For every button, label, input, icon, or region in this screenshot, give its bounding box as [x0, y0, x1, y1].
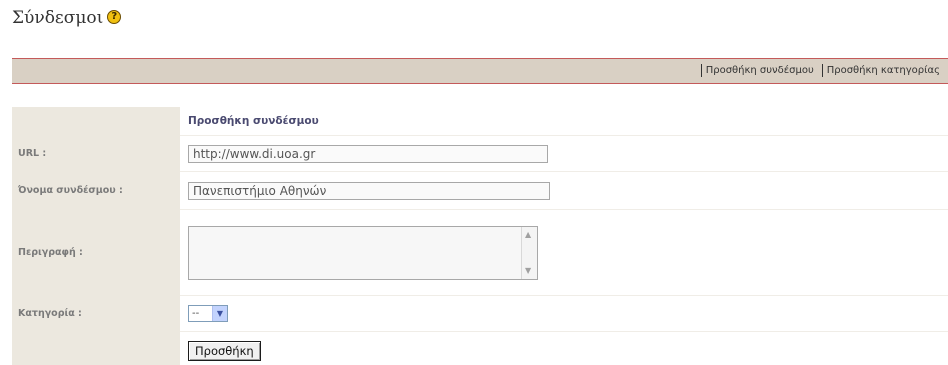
- toolbar-links: Προσθήκη συνδέσμου Προσθήκη κατηγορίας: [697, 64, 944, 77]
- description-scrollbar[interactable]: ▲ ▼: [521, 226, 537, 279]
- form-header-label-cell: [12, 107, 180, 135]
- link-name-input[interactable]: Πανεπιστήμιο Αθηνών: [188, 181, 550, 200]
- scroll-up-icon[interactable]: ▲: [525, 230, 531, 240]
- category-label: Κατηγορία :: [12, 295, 180, 331]
- page-title-text: Σύνδεσμοι: [12, 8, 104, 28]
- name-cell: Πανεπιστήμιο Αθηνών: [180, 171, 948, 209]
- name-row: Όνομα συνδέσμου : Πανεπιστήμιο Αθηνών: [12, 171, 948, 209]
- form-header-cell: Προσθήκη συνδέσμου: [180, 107, 948, 135]
- add-category-link[interactable]: Προσθήκη κατηγορίας: [821, 64, 944, 77]
- url-label: URL :: [12, 135, 180, 171]
- url-row: URL : http://www.di.uoa.gr: [12, 135, 948, 171]
- chevron-down-icon[interactable]: ▼: [212, 306, 227, 321]
- page-title: Σύνδεσμοι ?: [12, 8, 122, 28]
- help-icon[interactable]: ?: [107, 10, 122, 24]
- category-select[interactable]: -- ▼: [188, 305, 228, 322]
- category-row: Κατηγορία : -- ▼: [12, 295, 948, 331]
- url-input[interactable]: http://www.di.uoa.gr: [188, 144, 548, 163]
- category-selected-value: --: [192, 308, 200, 319]
- url-cell: http://www.di.uoa.gr: [180, 135, 948, 171]
- add-link-link[interactable]: Προσθήκη συνδέσμου: [700, 64, 818, 77]
- scroll-down-icon[interactable]: ▼: [525, 266, 531, 276]
- name-label: Όνομα συνδέσμου :: [12, 171, 180, 209]
- description-textarea[interactable]: ▲ ▼: [188, 225, 538, 280]
- submit-row: Προσθήκη: [12, 331, 948, 365]
- category-cell: -- ▼: [180, 295, 948, 331]
- description-label: Περιγραφή :: [12, 209, 180, 295]
- form-header: Προσθήκη συνδέσμου: [188, 115, 319, 127]
- description-cell: ▲ ▼: [180, 209, 948, 295]
- submit-cell: Προσθήκη: [180, 331, 948, 365]
- description-row: Περιγραφή : ▲ ▼: [12, 209, 948, 295]
- toolbar: Προσθήκη συνδέσμου Προσθήκη κατηγορίας: [12, 58, 948, 84]
- form-header-row: Προσθήκη συνδέσμου: [12, 107, 948, 135]
- submit-label-cell: [12, 331, 180, 365]
- add-button[interactable]: Προσθήκη: [188, 341, 261, 361]
